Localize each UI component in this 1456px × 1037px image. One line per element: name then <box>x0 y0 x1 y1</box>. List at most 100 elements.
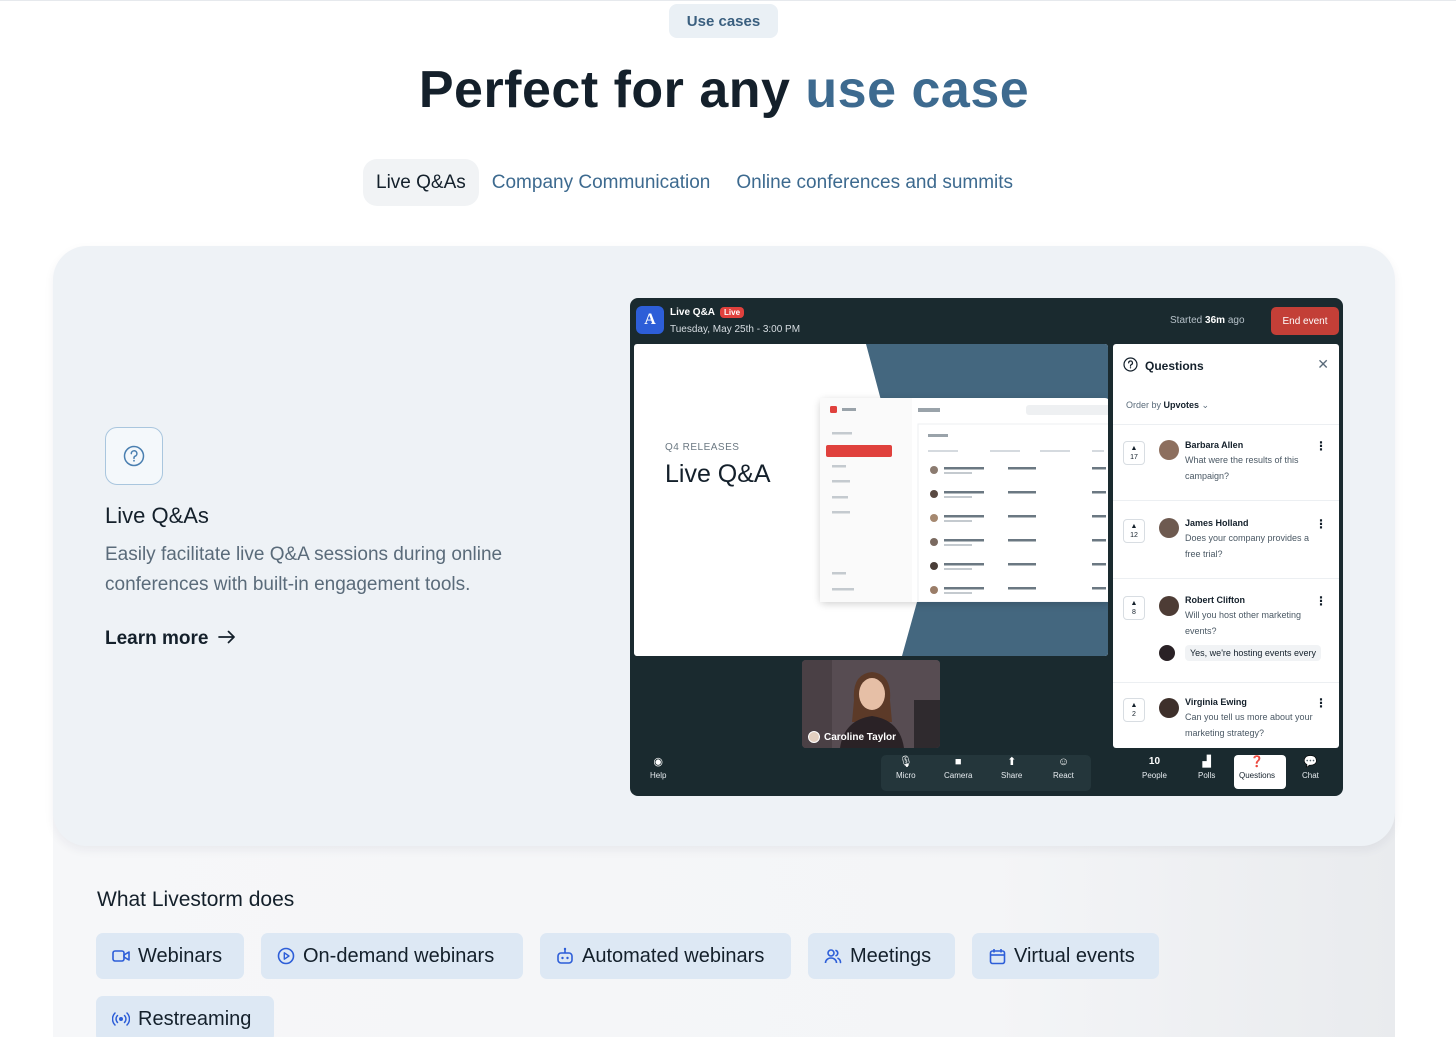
help-icon: ◉ <box>653 756 664 768</box>
close-icon[interactable]: ✕ <box>1317 356 1329 373</box>
headline-main: Perfect for any <box>418 61 806 119</box>
upvote-button[interactable]: ▲ 8 <box>1123 596 1145 620</box>
question-text: Does your company provides a free trial? <box>1185 533 1310 559</box>
page-headline: Perfect for any use case <box>0 60 1448 120</box>
chip-automated-webinars[interactable]: Automated webinars <box>540 933 791 979</box>
speaker-name: Caroline Taylor <box>824 731 897 743</box>
slide-title: Live Q&A <box>665 460 771 488</box>
tab-live-qas[interactable]: Live Q&As <box>363 159 479 206</box>
chip-restreaming[interactable]: Restreaming <box>96 996 274 1037</box>
upvote-arrow-icon: ▲ <box>1130 445 1138 452</box>
live-badge: Live <box>720 307 745 318</box>
question-circle-icon: ❓ <box>1250 756 1264 768</box>
tab-online-conferences[interactable]: Online conferences and summits <box>723 159 1026 206</box>
microphone-icon: 🎙 <box>898 756 913 768</box>
camera-button[interactable]: ■ Camera <box>944 756 972 780</box>
started-value: 36m <box>1205 315 1226 326</box>
vote-count: 17 <box>1130 454 1138 461</box>
upvote-button[interactable]: ▲ 17 <box>1123 441 1145 465</box>
question-author: James Holland <box>1185 518 1249 528</box>
arrow-right-icon <box>218 628 236 650</box>
people-button[interactable]: 10 People <box>1142 756 1167 780</box>
chip-label: Restreaming <box>138 1007 252 1030</box>
camera-icon: ■ <box>954 756 962 768</box>
share-button[interactable]: ⬆ Share <box>1001 756 1022 780</box>
chip-label: Meetings <box>850 944 932 967</box>
speaker-label: Caroline Taylor <box>808 731 896 743</box>
presentation-slide: Q4 RELEASES Live Q&A <box>634 344 1108 656</box>
share-label: Share <box>1001 771 1023 780</box>
question-circle-icon <box>1123 357 1138 375</box>
more-options-icon[interactable]: ⋮ <box>1315 439 1327 453</box>
avatar <box>1159 698 1179 718</box>
video-camera-icon <box>112 949 130 963</box>
started-suffix: ago <box>1225 315 1245 326</box>
chip-label: On-demand webinars <box>303 944 495 967</box>
chevron-down-icon: ⌄ <box>1201 400 1210 410</box>
avatar <box>1159 440 1179 460</box>
live-qa-app-screenshot: A Live Q&A Live Tuesday, May 25th - 3:00… <box>630 298 1343 796</box>
question-text: Can you tell us more about your marketin… <box>1185 712 1313 738</box>
more-options-icon[interactable]: ⋮ <box>1315 696 1327 710</box>
question-circle-icon <box>105 427 163 485</box>
avatar <box>1159 518 1179 538</box>
upvote-button[interactable]: ▲ 2 <box>1123 698 1145 722</box>
section-eyebrow: Use cases <box>669 4 778 38</box>
question-author: Virginia Ewing <box>1185 697 1247 707</box>
question-text: Will you host other marketing events? <box>1185 610 1302 636</box>
section-title: What Livestorm does <box>97 888 295 911</box>
event-title-text: Live Q&A <box>670 307 716 318</box>
upvote-arrow-icon: ▲ <box>1130 523 1138 530</box>
chip-webinars[interactable]: Webinars <box>96 933 244 979</box>
question-item: ▲ 8 Robert Clifton Will you host other ma… <box>1113 578 1339 682</box>
vote-count: 8 <box>1132 609 1136 616</box>
speaker-avatar <box>808 731 820 743</box>
question-item: ▲ 12 James Holland Does your company prov… <box>1113 500 1339 578</box>
order-value: Upvotes <box>1163 400 1200 410</box>
share-icon: ⬆ <box>1007 756 1017 768</box>
feature-title: Live Q&As <box>105 503 209 528</box>
micro-button[interactable]: 🎙 Micro <box>896 756 916 780</box>
embedded-app-preview <box>820 398 1108 603</box>
started-timer: Started 36m ago <box>1170 315 1245 326</box>
tab-company-communication[interactable]: Company Communication <box>479 159 724 206</box>
more-options-icon[interactable]: ⋮ <box>1315 594 1327 608</box>
chip-on-demand-webinars[interactable]: On-demand webinars <box>261 933 523 979</box>
micro-label: Micro <box>896 771 916 780</box>
question-item: ▲ 17 Barbara Allen What were the results … <box>1113 424 1339 500</box>
vote-count: 2 <box>1132 711 1136 718</box>
event-title: Live Q&A Live <box>670 307 745 318</box>
started-prefix: Started <box>1170 315 1206 326</box>
event-date: Tuesday, May 25th - 3:00 PM <box>670 324 801 335</box>
upvote-arrow-icon: ▲ <box>1130 702 1138 709</box>
react-button[interactable]: ☺ React <box>1053 756 1074 780</box>
react-label: React <box>1053 771 1074 780</box>
slide-subtitle: Q4 RELEASES <box>665 442 740 453</box>
order-dropdown[interactable]: Order by Upvotes ⌄ <box>1126 400 1209 411</box>
users-icon <box>824 947 842 965</box>
help-button[interactable]: ◉ Help <box>650 756 666 780</box>
people-label: People <box>1142 771 1167 780</box>
chip-meetings[interactable]: Meetings <box>808 933 955 979</box>
vote-count: 12 <box>1130 532 1138 539</box>
smiley-icon: ☺ <box>1057 756 1070 768</box>
people-count: 10 <box>1148 756 1161 767</box>
chat-button[interactable]: 💬 Chat <box>1302 756 1319 780</box>
questions-title: Questions <box>1145 359 1204 373</box>
chat-label: Chat <box>1302 771 1319 780</box>
app-logo: A <box>636 306 664 334</box>
more-options-icon[interactable]: ⋮ <box>1315 517 1327 531</box>
calendar-icon <box>988 948 1006 965</box>
chip-virtual-events[interactable]: Virtual events <box>972 933 1159 979</box>
top-divider <box>0 0 1456 1</box>
app-bottom-bar: ◉ Help 🎙 Micro ■ Camera ⬆ Share ☺ React 10 Peo… <box>630 752 1343 796</box>
upvote-button[interactable]: ▲ 12 <box>1123 519 1145 543</box>
speaker-video: Caroline Taylor <box>802 660 940 748</box>
use-case-tabs: Live Q&As Company Communication Online c… <box>363 159 1026 206</box>
polls-button[interactable]: ▟ Polls <box>1198 756 1215 780</box>
chip-label: Automated webinars <box>582 944 765 967</box>
question-author: Robert Clifton <box>1185 595 1245 605</box>
end-event-button[interactable]: End event <box>1271 307 1339 335</box>
learn-more-link[interactable]: Learn more <box>105 628 236 650</box>
questions-button[interactable]: ❓ Questions <box>1239 756 1275 780</box>
